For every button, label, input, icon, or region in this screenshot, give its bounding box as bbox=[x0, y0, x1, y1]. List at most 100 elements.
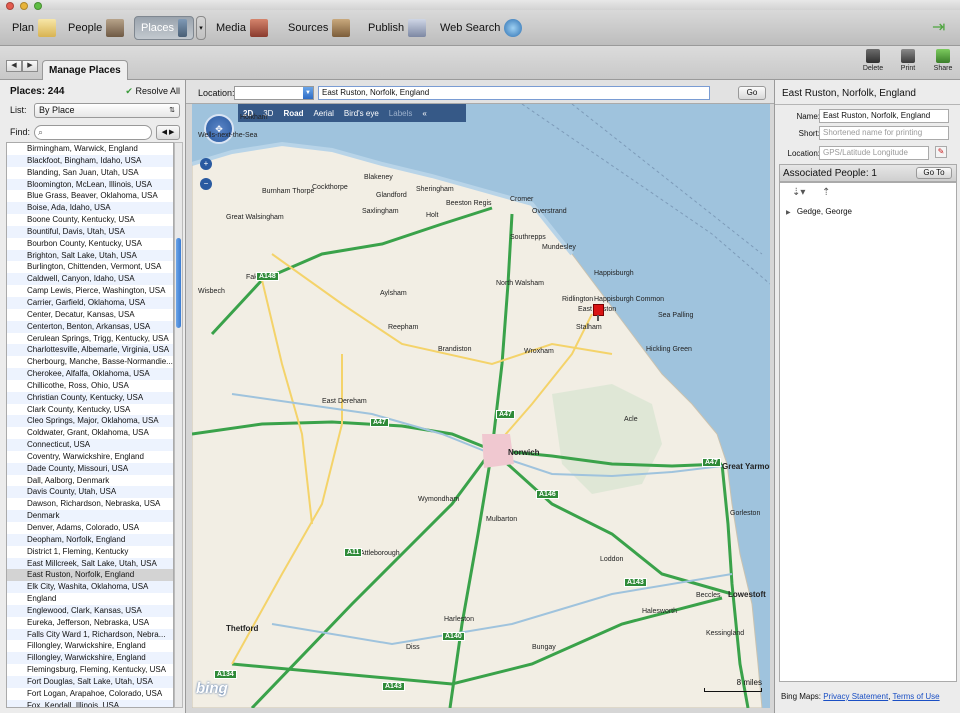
delete-button[interactable]: Delete bbox=[858, 49, 888, 72]
place-list-item[interactable]: Blue Grass, Beaver, Oklahoma, USA bbox=[7, 190, 173, 202]
place-list-item[interactable]: Fox, Kendall, Illinois, USA bbox=[7, 699, 173, 707]
toolbar-publish[interactable]: Publish bbox=[362, 16, 432, 40]
toolbar-sources[interactable]: Sources bbox=[282, 16, 356, 40]
place-list-item[interactable]: England bbox=[7, 593, 173, 605]
close-window-icon[interactable] bbox=[6, 2, 14, 10]
scrollbar-thumb[interactable] bbox=[176, 238, 181, 328]
bing-logo: bing bbox=[196, 680, 228, 697]
place-list-item[interactable]: District 1, Fleming, Kentucky bbox=[7, 546, 173, 558]
map-view[interactable]: 2D 3D Road Aerial Bird's eye Labels « ✥ … bbox=[192, 104, 770, 708]
go-button[interactable]: Go bbox=[738, 86, 766, 100]
place-list-item[interactable]: Christian County, Kentucky, USA bbox=[7, 391, 173, 404]
place-list-item[interactable]: Charlottesville, Albemarle, Virginia, US… bbox=[7, 344, 173, 357]
divider bbox=[775, 104, 960, 105]
place-list-item[interactable]: Connecticut, USA bbox=[7, 439, 173, 451]
place-list-item[interactable]: Cleo Springs, Major, Oklahoma, USA bbox=[7, 415, 173, 428]
sort-descending-icon[interactable]: ⇣▾ bbox=[792, 187, 805, 198]
back-button[interactable]: ◀ bbox=[6, 60, 22, 72]
place-list-item[interactable]: Dade County, Missouri, USA bbox=[7, 462, 173, 475]
zoom-window-icon[interactable] bbox=[34, 2, 42, 10]
sort-filter-icon[interactable]: ⇡ bbox=[822, 187, 830, 198]
forward-button[interactable]: ▶ bbox=[22, 60, 38, 72]
place-list-item[interactable]: Chillicothe, Ross, Ohio, USA bbox=[7, 380, 173, 392]
map-mode-aerial[interactable]: Aerial bbox=[308, 109, 338, 118]
place-list-item[interactable]: Clark County, Kentucky, USA bbox=[7, 404, 173, 416]
place-list-item[interactable]: Dawson, Richardson, Nebraska, USA bbox=[7, 498, 173, 510]
place-list-item[interactable]: Denmark bbox=[7, 510, 173, 522]
place-list-item[interactable]: Cerulean Springs, Trigg, Kentucky, USA bbox=[7, 333, 173, 345]
location-search-input[interactable]: East Ruston, Norfolk, England bbox=[318, 86, 710, 100]
place-list-item[interactable]: Birmingham, Warwick, England bbox=[7, 143, 173, 155]
places-scrollbar[interactable] bbox=[174, 142, 183, 708]
place-list-item[interactable]: Coventry, Warwickshire, England bbox=[7, 451, 173, 463]
resolve-all-button[interactable]: ✔ Resolve All bbox=[125, 86, 180, 97]
map-mode-birds-eye[interactable]: Bird's eye bbox=[339, 109, 384, 118]
place-list-item[interactable]: Camp Lewis, Pierce, Washington, USA bbox=[7, 285, 173, 297]
place-list-item[interactable]: Carrier, Garfield, Oklahoma, USA bbox=[7, 296, 173, 309]
find-input[interactable] bbox=[34, 125, 152, 140]
list-select[interactable]: By Place ⇅ bbox=[34, 103, 180, 118]
place-list-item[interactable]: Bloomington, McLean, Illinois, USA bbox=[7, 178, 173, 191]
place-list-item[interactable]: Bourbon County, Kentucky, USA bbox=[7, 238, 173, 250]
map-pin-button[interactable]: ✎ bbox=[935, 146, 947, 158]
place-list-item[interactable]: Blackfoot, Bingham, Idaho, USA bbox=[7, 154, 173, 167]
place-list-item[interactable]: Boone County, Kentucky, USA bbox=[7, 214, 173, 226]
toolbar-media[interactable]: Media bbox=[210, 16, 274, 40]
go-to-button[interactable]: Go To bbox=[916, 167, 952, 179]
print-button[interactable]: Print bbox=[893, 49, 923, 72]
place-list-item[interactable]: Cherokee, Alfalfa, Oklahoma, USA bbox=[7, 368, 173, 380]
place-list-item[interactable]: Fort Logan, Arapahoe, Colorado, USA bbox=[7, 688, 173, 700]
chevron-down-icon[interactable]: ▼ bbox=[303, 87, 313, 99]
zoom-in-icon[interactable]: + bbox=[200, 158, 212, 170]
place-list-item[interactable]: Flemingsburg, Fleming, Kentucky, USA bbox=[7, 664, 173, 676]
tab-manage-places[interactable]: Manage Places bbox=[42, 60, 128, 80]
toolbar-plan[interactable]: Plan bbox=[6, 16, 62, 40]
privacy-statement-link[interactable]: Privacy Statement bbox=[823, 692, 888, 701]
location-combo[interactable]: ▼ bbox=[234, 86, 314, 100]
place-list-item[interactable]: Coldwater, Grant, Oklahoma, USA bbox=[7, 427, 173, 439]
place-list-item[interactable]: Centerton, Benton, Arkansas, USA bbox=[7, 320, 173, 333]
place-list-item[interactable]: Brighton, Salt Lake, Utah, USA bbox=[7, 249, 173, 262]
place-list-item[interactable]: Deopham, Norfolk, England bbox=[7, 533, 173, 546]
zoom-out-icon[interactable]: − bbox=[200, 178, 212, 190]
place-list-item[interactable]: East Millcreek, Salt Lake, Utah, USA bbox=[7, 557, 173, 570]
terms-of-use-link[interactable]: Terms of Use bbox=[893, 692, 940, 701]
toolbar-web-search[interactable]: Web Search bbox=[434, 16, 528, 40]
place-list-item[interactable]: Blanding, San Juan, Utah, USA bbox=[7, 167, 173, 179]
place-list-item[interactable]: Davis County, Utah, USA bbox=[7, 486, 173, 499]
place-list-item[interactable]: Eureka, Jefferson, Nebraska, USA bbox=[7, 617, 173, 629]
web-search-icon bbox=[504, 19, 523, 37]
gps-location-field[interactable]: GPS/Latitude Longitude bbox=[819, 146, 929, 160]
place-list-item[interactable]: Elk City, Washita, Oklahoma, USA bbox=[7, 581, 173, 594]
place-list-item[interactable]: Denver, Adams, Colorado, USA bbox=[7, 522, 173, 534]
exit-icon[interactable]: ⇥ bbox=[932, 20, 950, 36]
map-mode-collapse[interactable]: « bbox=[417, 109, 431, 118]
place-list-item[interactable]: Fort Douglas, Salt Lake, Utah, USA bbox=[7, 675, 173, 688]
place-list-item[interactable]: East Ruston, Norfolk, England bbox=[7, 569, 173, 582]
toolbar-places-dropdown[interactable]: ▾ bbox=[196, 16, 206, 40]
compass-pan-icon[interactable]: ✥ bbox=[204, 114, 234, 144]
share-button[interactable]: Share bbox=[928, 49, 958, 72]
place-title: East Ruston, Norfolk, England bbox=[782, 88, 916, 99]
person-row[interactable]: ▶ Gedge, George bbox=[786, 207, 852, 216]
place-list-item[interactable]: Center, Decatur, Kansas, USA bbox=[7, 309, 173, 321]
place-list-item[interactable]: Fillongley, Warwickshire, England bbox=[7, 640, 173, 652]
minimize-window-icon[interactable] bbox=[20, 2, 28, 10]
find-prev-next-button[interactable]: ◀ ▶ bbox=[156, 125, 180, 140]
place-list-item[interactable]: Englewood, Clark, Kansas, USA bbox=[7, 604, 173, 617]
place-list-item[interactable]: Caldwell, Canyon, Idaho, USA bbox=[7, 273, 173, 286]
place-list-item[interactable]: Falls City Ward 1, Richardson, Nebra... bbox=[7, 628, 173, 641]
place-list-item[interactable]: Boise, Ada, Idaho, USA bbox=[7, 202, 173, 215]
map-mode-road[interactable]: Road bbox=[278, 109, 308, 118]
name-field[interactable]: East Ruston, Norfolk, England bbox=[819, 109, 949, 123]
short-name-field[interactable]: Shortened name for printing bbox=[819, 126, 949, 140]
disclosure-triangle-icon[interactable]: ▶ bbox=[786, 210, 791, 216]
toolbar-people[interactable]: People bbox=[62, 16, 130, 40]
place-list-item[interactable]: Dall, Aalborg, Denmark bbox=[7, 475, 173, 487]
place-list-item[interactable]: Fillongley, Warwickshire, England bbox=[7, 652, 173, 665]
toolbar-places[interactable]: Places bbox=[134, 16, 194, 40]
place-list-item[interactable]: Burlington, Chittenden, Vermont, USA bbox=[7, 261, 173, 273]
place-list-item[interactable]: Bountiful, Davis, Utah, USA bbox=[7, 225, 173, 238]
map-mode-labels[interactable]: Labels bbox=[384, 109, 418, 118]
place-list-item[interactable]: Cherbourg, Manche, Basse-Normandie... bbox=[7, 356, 173, 368]
